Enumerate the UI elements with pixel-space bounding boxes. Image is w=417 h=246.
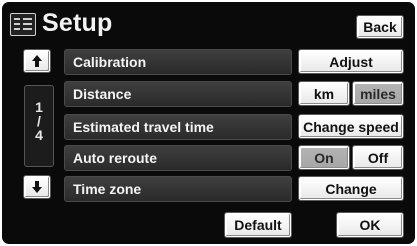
arrow-down-icon	[32, 181, 42, 193]
estimated-travel-time-label: Estimated travel time	[73, 119, 214, 135]
auto-reroute-label: Auto reroute	[73, 150, 157, 166]
page-current: 1	[35, 99, 43, 115]
row-calibration: Calibration	[64, 49, 292, 75]
row-auto-reroute: Auto reroute	[64, 145, 292, 171]
list-menu-icon	[10, 13, 36, 36]
scroll-down-button[interactable]	[24, 176, 50, 198]
default-button[interactable]: Default	[225, 213, 291, 237]
adjust-button[interactable]: Adjust	[299, 50, 403, 73]
back-button[interactable]: Back	[357, 16, 403, 38]
scroll-up-button[interactable]	[24, 50, 50, 72]
page-total: 4	[35, 127, 43, 143]
km-button[interactable]: km	[299, 82, 349, 105]
change-button[interactable]: Change	[299, 177, 403, 200]
on-button[interactable]: On	[299, 146, 349, 169]
row-time-zone: Time zone	[64, 176, 292, 202]
time-zone-label: Time zone	[73, 181, 142, 197]
row-estimated-travel-time: Estimated travel time	[64, 114, 292, 140]
page-separator: /	[37, 113, 41, 129]
arrow-up-icon	[32, 55, 42, 67]
page-indicator: 1 / 4	[24, 85, 54, 167]
distance-label: Distance	[73, 86, 132, 102]
calibration-label: Calibration	[73, 54, 147, 70]
off-button[interactable]: Off	[353, 146, 403, 169]
ok-button[interactable]: OK	[337, 213, 403, 237]
setup-screen: Setup Back 1 / 4 Calibration Adjust Dist…	[2, 2, 415, 244]
miles-button[interactable]: miles	[353, 82, 403, 105]
page-title: Setup	[42, 9, 113, 37]
change-speed-button[interactable]: Change speed	[299, 115, 403, 138]
row-distance: Distance	[64, 81, 292, 107]
